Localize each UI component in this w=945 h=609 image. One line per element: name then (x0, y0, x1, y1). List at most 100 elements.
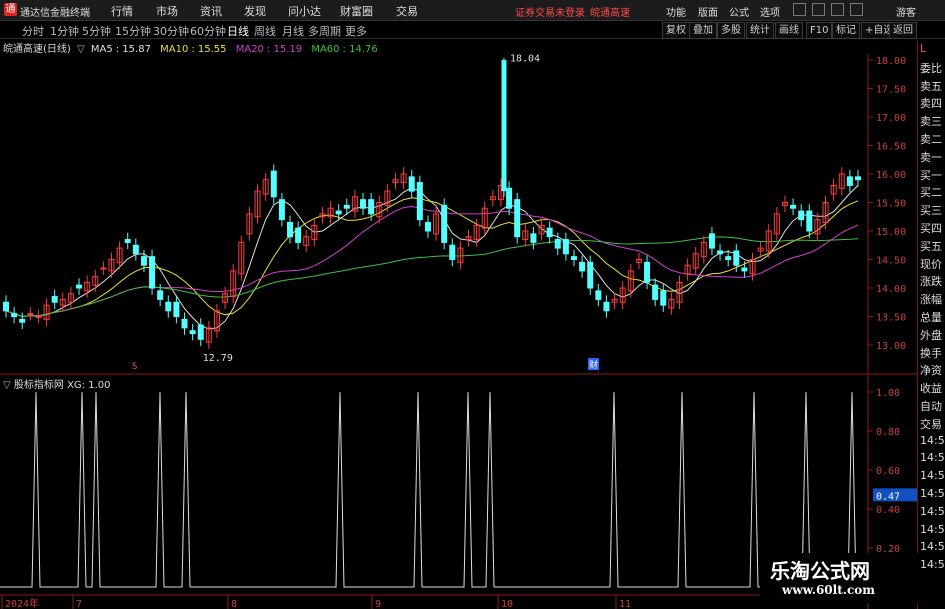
quote-panel-label: 涨幅 (920, 293, 942, 307)
menu-discover[interactable]: 发现 (244, 3, 266, 19)
menu-market[interactable]: 市场 (156, 3, 178, 19)
quote-panel-label: 14:50 (920, 558, 945, 572)
candle-body (603, 301, 610, 312)
tab-multi-period[interactable]: 多周期 (308, 23, 341, 39)
quote-panel-label: 14:50 (920, 487, 945, 500)
quote-panel-label: 14:50 (920, 469, 945, 483)
low-price-label: 12.79 (203, 353, 233, 364)
mark-button[interactable]: 标记 (832, 22, 860, 39)
title-bar: 通 通达信金融终端 行情 市场 资讯 发现 问小达 财富圈 交易 证券交易未登录… (0, 0, 945, 21)
spike-body (501, 60, 507, 192)
message-icon[interactable] (831, 3, 844, 16)
guest-label[interactable]: 游客 (896, 4, 916, 19)
candle-body (132, 244, 139, 255)
menu-news[interactable]: 资讯 (200, 3, 222, 19)
tab-daily[interactable]: 日线 (227, 23, 249, 39)
candle-body (644, 261, 651, 283)
candle-body (140, 256, 147, 266)
price-axis-label: 16.50 (876, 142, 906, 153)
menu-formula[interactable]: 公式 (729, 4, 749, 19)
quote-panel-label: 外盘 (920, 328, 942, 342)
xg-signal-line (0, 391, 868, 588)
candle-body (708, 233, 715, 249)
tab-5min[interactable]: 5分钟 (82, 23, 111, 39)
tab-1min[interactable]: 1分钟 (50, 23, 79, 39)
indicator-collapse-icon[interactable]: ▽ (3, 380, 11, 391)
indicator-current-value: 0.47 (876, 491, 900, 502)
price-axis-label: 13.50 (876, 313, 906, 324)
price-axis-label: 16.00 (876, 170, 906, 181)
candle-body (806, 210, 813, 232)
help-icon[interactable] (850, 3, 863, 16)
candle-body (11, 313, 18, 317)
menu-wealth[interactable]: 财富圈 (340, 3, 373, 19)
candle-body (733, 250, 740, 266)
indicator-axis-label: 0.60 (876, 466, 900, 477)
indicator-axis-label: 0.80 (876, 427, 900, 438)
candle-body (189, 330, 196, 335)
candle-body (335, 210, 342, 215)
date-axis-label: 10 (501, 599, 513, 609)
candle-body (741, 267, 748, 272)
draw-line-button[interactable]: 画线 (775, 22, 803, 39)
menu-options[interactable]: 选项 (760, 4, 780, 19)
candle-body (855, 176, 861, 181)
candle-body (652, 284, 659, 300)
quote-panel-label: 买二 (920, 186, 942, 200)
high-price-label: 18.04 (510, 54, 540, 65)
candle-body (506, 187, 513, 209)
candle-body (124, 239, 131, 243)
candle-body (278, 199, 285, 221)
date-axis-label: 8 (231, 599, 237, 609)
tab-monthly[interactable]: 月线 (282, 23, 304, 39)
menu-layout[interactable]: 版面 (698, 4, 718, 19)
tab-15min[interactable]: 15分钟 (115, 23, 151, 39)
quote-panel-label: 买五 (920, 239, 942, 253)
quote-panel-label: 14:50 (920, 433, 945, 447)
candle-body (441, 204, 448, 243)
indicator-axis-label: 1.00 (876, 388, 900, 399)
quote-panel-label: 净资 (920, 364, 942, 378)
quote-panel-label: 14:50 (920, 451, 945, 465)
quote-panel-label: 买三 (920, 204, 942, 218)
overlay-button[interactable]: 叠加 (689, 22, 717, 39)
candle-body (76, 284, 83, 289)
price-axis-label: 18.00 (876, 56, 906, 67)
split-marker: S (132, 362, 137, 372)
kline-chart[interactable]: 18.00 17.50 17.00 16.50 16.00 15.50 15.00 14.50… (0, 40, 917, 609)
tab-30min[interactable]: 30分钟 (153, 23, 189, 39)
candle-body (660, 290, 667, 306)
date-axis-label: 2024年 (5, 597, 39, 609)
menu-trade[interactable]: 交易 (396, 3, 418, 19)
indicator-axis-label: 0.40 (876, 505, 900, 516)
candle-body (562, 239, 569, 255)
settings-icon[interactable] (812, 3, 825, 16)
quote-panel-label: 现价 (920, 257, 942, 271)
candle-body (554, 239, 561, 249)
indicator-header: ▽ 股标指标网 XG: 1.00 (3, 376, 111, 391)
back-button[interactable]: 返回 (889, 22, 917, 39)
candle-body (571, 256, 577, 260)
quote-panel-label: 14:50 (920, 540, 945, 554)
multi-stock-button[interactable]: 多股 (717, 22, 745, 39)
adjust-button[interactable]: 复权 (662, 22, 690, 39)
stats-button[interactable]: 统计 (746, 22, 774, 39)
price-axis-label: 14.50 (876, 256, 906, 267)
window-icon[interactable] (793, 3, 806, 16)
tab-weekly[interactable]: 周线 (254, 23, 276, 39)
f10-button[interactable]: F10 (806, 22, 833, 39)
quote-panel-label: 卖五 (920, 79, 942, 93)
menu-ask[interactable]: 问小达 (288, 3, 321, 19)
date-axis-label: 7 (76, 599, 82, 609)
tab-timeshare[interactable]: 分时 (22, 23, 44, 39)
login-notice[interactable]: 证券交易未登录 (515, 4, 585, 19)
tab-60min[interactable]: 60分钟 (190, 23, 226, 39)
candle-body (424, 221, 431, 232)
candle-body (790, 204, 797, 209)
menu-function[interactable]: 功能 (666, 4, 686, 19)
quote-side-panel: L 委比 卖五 卖四 卖三 卖二 卖一 买一 买二 买三 买四 买五 现价 涨跌 涨幅 总量 外盘 换手 净资 收益自… (917, 40, 945, 609)
tab-more[interactable]: 更多 (345, 23, 367, 39)
candle-body (343, 204, 350, 209)
menu-quotes[interactable]: 行情 (111, 3, 133, 19)
quote-panel-label: 买一 (920, 168, 942, 182)
